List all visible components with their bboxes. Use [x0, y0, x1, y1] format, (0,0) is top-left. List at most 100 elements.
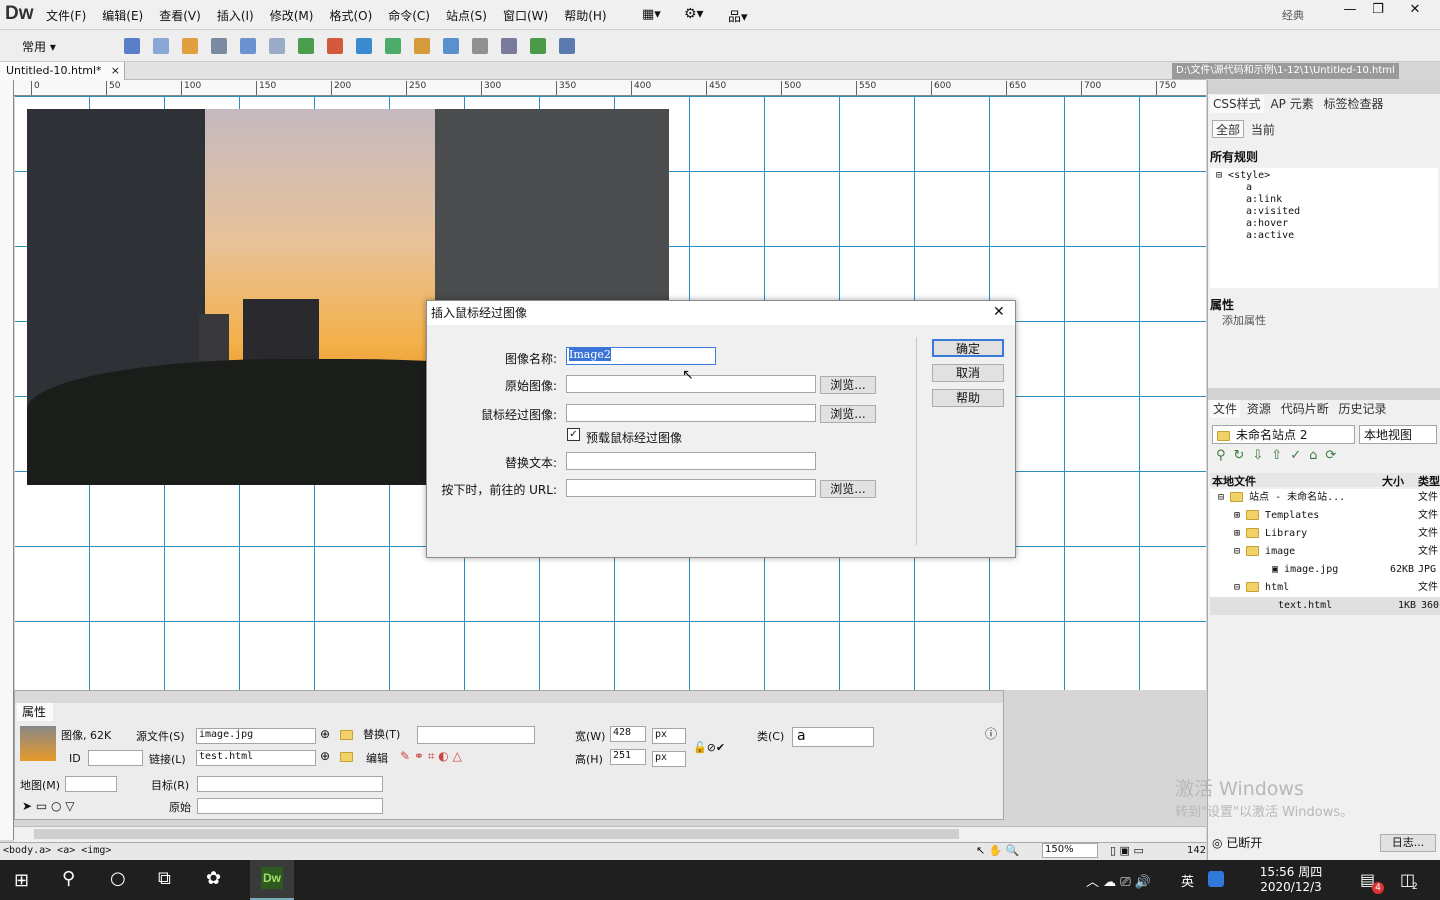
menu-modify[interactable]: 修改(M) — [262, 7, 322, 24]
status-tools-icon[interactable]: ↖ ✋ 🔍 — [976, 844, 1020, 857]
server-include-icon[interactable] — [414, 38, 430, 54]
browse-original-button[interactable]: 浏览... — [820, 376, 876, 394]
media-icon[interactable] — [327, 38, 343, 54]
src-input[interactable]: image.jpg — [196, 728, 316, 744]
scroll-thumb[interactable] — [34, 829, 959, 839]
menu-file[interactable]: 文件(F) — [38, 7, 94, 24]
start-icon[interactable]: ⊞ — [14, 870, 29, 891]
menu-view[interactable]: 查看(V) — [151, 7, 209, 24]
rule-a-hover[interactable]: a:hover — [1216, 218, 1432, 230]
date-icon[interactable] — [356, 38, 372, 54]
horizontal-scrollbar[interactable] — [14, 826, 1206, 842]
close-button[interactable]: ✕ — [1396, 0, 1434, 20]
cortana-icon[interactable]: ○ — [110, 868, 126, 889]
ok-button[interactable]: 确定 — [932, 339, 1004, 357]
cancel-button[interactable]: 取消 — [932, 364, 1004, 382]
menu-format[interactable]: 格式(O) — [321, 7, 380, 24]
image-icon[interactable] — [298, 38, 314, 54]
class-select[interactable]: a — [792, 727, 874, 747]
qq-icon[interactable] — [1208, 871, 1224, 887]
workspace-switcher[interactable]: 经典 — [1282, 7, 1304, 23]
help-icon[interactable]: ⓘ — [985, 725, 997, 742]
link-point-icon[interactable]: ⊕ — [320, 749, 330, 763]
tree-row-site[interactable]: ⊟ 站点 - 未命名站... — [1218, 489, 1345, 507]
tree-row-text-html[interactable]: text.html 1KB 360 — [1210, 597, 1440, 615]
target-select[interactable] — [197, 776, 383, 792]
browse-url-button[interactable]: 浏览... — [820, 480, 876, 498]
app-pinned-icon[interactable]: ✿ — [206, 868, 221, 889]
rule-a-visited[interactable]: a:visited — [1216, 206, 1432, 218]
zoom-select[interactable]: 150% — [1042, 843, 1098, 858]
window-size-icons[interactable]: ▯ ▣ ▭ — [1110, 844, 1144, 857]
height-unit[interactable]: px — [652, 751, 686, 767]
original-input[interactable] — [197, 798, 383, 814]
width-unit[interactable]: px — [652, 728, 686, 744]
link-input[interactable]: test.html — [196, 750, 316, 766]
tree-row-image-jpg[interactable]: ▣ image.jpg — [1272, 561, 1338, 579]
alt-select[interactable] — [417, 726, 535, 744]
hotspot-tools-icon[interactable]: ➤ ▭ ○ ▽ — [22, 799, 75, 813]
rollover-image-input[interactable] — [566, 404, 816, 422]
link-folder-icon[interactable] — [340, 752, 353, 762]
head-icon[interactable] — [472, 38, 488, 54]
edit-image-icon[interactable]: ✎ ⚭ ⌗ ◐ △ — [400, 749, 462, 764]
menu-insert[interactable]: 插入(I) — [209, 7, 262, 24]
lock-icon[interactable]: 🔓⊘✔ — [693, 741, 725, 754]
tab-snippets[interactable]: 代码片断 — [1278, 400, 1332, 418]
clock-date[interactable]: 2020/12/3 — [1256, 880, 1326, 894]
rule-style[interactable]: ⊟ <style> — [1216, 170, 1432, 182]
menu-commands[interactable]: 命令(C) — [380, 7, 438, 24]
col-local-files[interactable]: 本地文件 — [1212, 473, 1256, 489]
site-icon[interactable]: 品▾ — [728, 6, 748, 25]
col-type[interactable]: 类型 — [1418, 473, 1440, 489]
script-icon[interactable] — [501, 38, 517, 54]
site-select[interactable]: 未命名站点 2 — [1212, 425, 1355, 444]
anchor-icon[interactable] — [182, 38, 198, 54]
tab-tag-inspector[interactable]: 标签检查器 — [1321, 95, 1387, 113]
layout-icon[interactable]: ▦▾ — [642, 7, 661, 22]
menu-window[interactable]: 窗口(W) — [495, 7, 556, 24]
clock-time[interactable]: 15:56 周四 — [1256, 863, 1326, 880]
mode-current[interactable]: 当前 — [1248, 121, 1278, 139]
menu-edit[interactable]: 编辑(E) — [94, 7, 151, 24]
category-select[interactable]: 常用 ▾ — [22, 38, 56, 55]
email-link-icon[interactable] — [153, 38, 169, 54]
col-size[interactable]: 大小 — [1382, 473, 1404, 489]
alt-text-input[interactable] — [566, 452, 816, 470]
tab-history[interactable]: 历史记录 — [1336, 400, 1390, 418]
mode-all[interactable]: 全部 — [1212, 120, 1245, 138]
search-icon[interactable]: ⚲ — [62, 868, 75, 889]
rule-a[interactable]: a — [1216, 182, 1432, 194]
file-actions-icons[interactable]: ⚲↻⇩⇧✓⌂⟳ — [1216, 448, 1344, 463]
browse-folder-icon[interactable] — [340, 730, 353, 740]
menu-site[interactable]: 站点(S) — [438, 7, 495, 24]
preload-checkbox[interactable]: ✓ — [567, 428, 580, 441]
close-tab-icon[interactable]: × — [111, 62, 120, 79]
add-property-link[interactable]: 添加属性 — [1222, 312, 1266, 328]
tree-row-html[interactable]: ⊟ html — [1234, 579, 1289, 597]
calendar-icon[interactable] — [385, 38, 401, 54]
help-button[interactable]: 帮助 — [932, 389, 1004, 407]
document-tab[interactable]: Untitled-10.html* × — [0, 62, 125, 80]
tree-row-library[interactable]: ⊞ Library — [1234, 525, 1307, 543]
image-name-input[interactable]: Image2 — [566, 347, 716, 365]
map-input[interactable] — [65, 776, 117, 792]
point-to-file-icon[interactable]: ⊕ — [320, 727, 330, 741]
height-input[interactable]: 251 — [610, 749, 646, 765]
view-select[interactable]: 本地视图 — [1359, 425, 1437, 444]
log-button[interactable]: 日志... — [1380, 834, 1436, 852]
dialog-close-icon[interactable]: ✕ — [993, 304, 1005, 320]
browse-rollover-button[interactable]: 浏览... — [820, 405, 876, 423]
tab-css-styles[interactable]: CSS样式 — [1210, 95, 1264, 113]
menu-help[interactable]: 帮助(H) — [556, 7, 614, 24]
hr-icon[interactable] — [211, 38, 227, 54]
tray-icons[interactable]: ︿ ☁ ⎚ 🔊 — [1086, 871, 1151, 890]
tag-selector[interactable]: <body.a> <a> <img> — [3, 845, 111, 856]
tab-ap-elements[interactable]: AP 元素 — [1267, 95, 1316, 113]
url-input[interactable] — [566, 479, 816, 497]
rule-a-active[interactable]: a:active — [1216, 230, 1432, 242]
tab-assets[interactable]: 资源 — [1244, 400, 1274, 418]
tree-row-image[interactable]: ⊟ image — [1234, 543, 1295, 561]
maximize-button[interactable]: ❐ — [1362, 0, 1394, 20]
div-icon[interactable] — [269, 38, 285, 54]
